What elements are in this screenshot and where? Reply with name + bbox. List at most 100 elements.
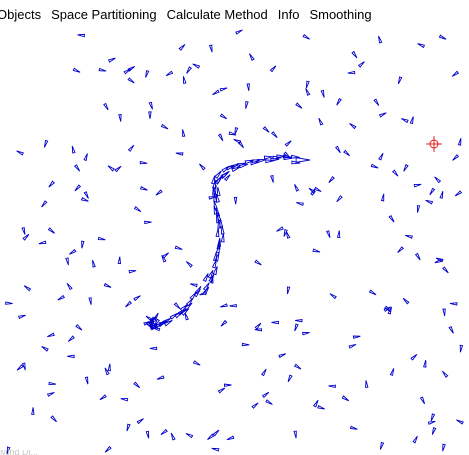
agent-icon xyxy=(295,157,311,163)
menu-calculate-method[interactable]: Calculate Method xyxy=(162,0,273,29)
agent-icon xyxy=(160,428,168,436)
agent-icon xyxy=(286,286,291,295)
agent-icon xyxy=(145,70,150,78)
agent-icon xyxy=(295,102,303,109)
agent-icon xyxy=(212,429,220,437)
agent-icon xyxy=(148,101,153,110)
agent-icon xyxy=(368,289,377,296)
agent-icon xyxy=(294,323,299,332)
simulation-canvas[interactable] xyxy=(0,29,469,455)
agent-icon xyxy=(67,354,75,359)
agent-icon xyxy=(208,44,213,53)
agent-icon xyxy=(379,441,385,450)
agent-icon xyxy=(117,256,122,265)
agent-icon xyxy=(351,50,358,59)
agent-icon xyxy=(74,184,82,192)
agent-icon xyxy=(325,230,331,238)
agent-icon xyxy=(107,57,116,63)
agent-icon xyxy=(213,252,217,262)
agent-icon xyxy=(378,112,387,118)
agent-icon xyxy=(210,175,216,185)
agent-icon xyxy=(254,259,262,266)
agent-icon xyxy=(145,430,150,439)
menu-bar: Objects Space Partitioning Calculate Met… xyxy=(0,0,469,29)
agent-icon xyxy=(456,419,464,425)
agent-icon xyxy=(190,283,198,288)
agent-icon xyxy=(31,407,35,415)
agent-icon xyxy=(271,131,278,138)
agent-icon xyxy=(293,363,302,370)
agent-icon xyxy=(103,102,109,111)
agent-icon xyxy=(328,384,336,388)
agent-icon xyxy=(186,66,192,74)
agent-icon xyxy=(16,364,24,371)
agent-icon xyxy=(148,111,152,119)
agent-icon xyxy=(207,433,215,440)
menu-space-partitioning[interactable]: Space Partitioning xyxy=(46,0,162,29)
agent-icon xyxy=(405,234,413,239)
agent-icon xyxy=(296,202,304,207)
agent-icon xyxy=(178,44,186,51)
agent-icon xyxy=(83,191,89,199)
agent-icon xyxy=(449,302,458,306)
target-crosshair-icon xyxy=(426,136,442,152)
agent-icon xyxy=(199,163,206,171)
agent-icon xyxy=(152,327,161,332)
agent-icon xyxy=(397,246,404,253)
agent-icon xyxy=(46,391,55,397)
agent-icon xyxy=(48,180,56,188)
agent-icon xyxy=(75,323,83,331)
agent-icon xyxy=(313,186,322,193)
agent-icon xyxy=(269,65,277,73)
agent-icon xyxy=(83,153,88,161)
agent-icon xyxy=(410,354,418,361)
agent-icon xyxy=(261,391,270,399)
agent-icon xyxy=(451,70,460,77)
agent-icon xyxy=(65,257,69,266)
agent-icon xyxy=(270,175,274,183)
agent-icon xyxy=(173,302,181,310)
agent-icon xyxy=(114,165,122,173)
agent-icon xyxy=(229,304,237,308)
agent-icon xyxy=(430,413,436,422)
agent-icon xyxy=(133,206,142,213)
agent-icon xyxy=(265,399,273,405)
agent-icon xyxy=(438,34,447,40)
menu-objects[interactable]: Objects xyxy=(0,0,46,29)
agent-icon xyxy=(47,227,55,234)
menu-info[interactable]: Info xyxy=(273,0,305,29)
agent-icon xyxy=(184,312,189,321)
agent-icon xyxy=(425,199,434,205)
agent-icon xyxy=(215,227,220,237)
agent-icon xyxy=(192,360,201,366)
agent-icon xyxy=(136,418,144,425)
agent-icon xyxy=(389,368,395,376)
agent-icon xyxy=(99,394,107,401)
agent-icon xyxy=(127,77,135,84)
agent-icon xyxy=(318,117,324,126)
agent-icon xyxy=(127,144,135,152)
agent-icon xyxy=(212,89,220,96)
agent-icon xyxy=(5,301,13,305)
agent-icon xyxy=(442,308,446,317)
agent-icon xyxy=(139,160,148,165)
agent-icon xyxy=(120,398,129,402)
agent-icon xyxy=(160,123,169,130)
agent-icon xyxy=(370,163,379,169)
agent-icon xyxy=(80,197,89,202)
agent-icon xyxy=(140,186,148,191)
agent-icon xyxy=(457,138,462,146)
agent-icon xyxy=(103,282,112,288)
agent-icon xyxy=(107,165,115,172)
agent-icon xyxy=(293,430,297,439)
agent-icon xyxy=(156,375,165,380)
agent-icon xyxy=(413,183,422,188)
agent-icon xyxy=(402,297,410,305)
agent-icon xyxy=(202,282,210,292)
menu-smoothing[interactable]: Smoothing xyxy=(304,0,376,29)
agent-icon xyxy=(431,427,437,435)
agent-icon xyxy=(397,76,403,85)
agent-icon xyxy=(246,83,250,91)
agent-icon xyxy=(429,187,436,196)
agent-icon xyxy=(118,113,122,122)
